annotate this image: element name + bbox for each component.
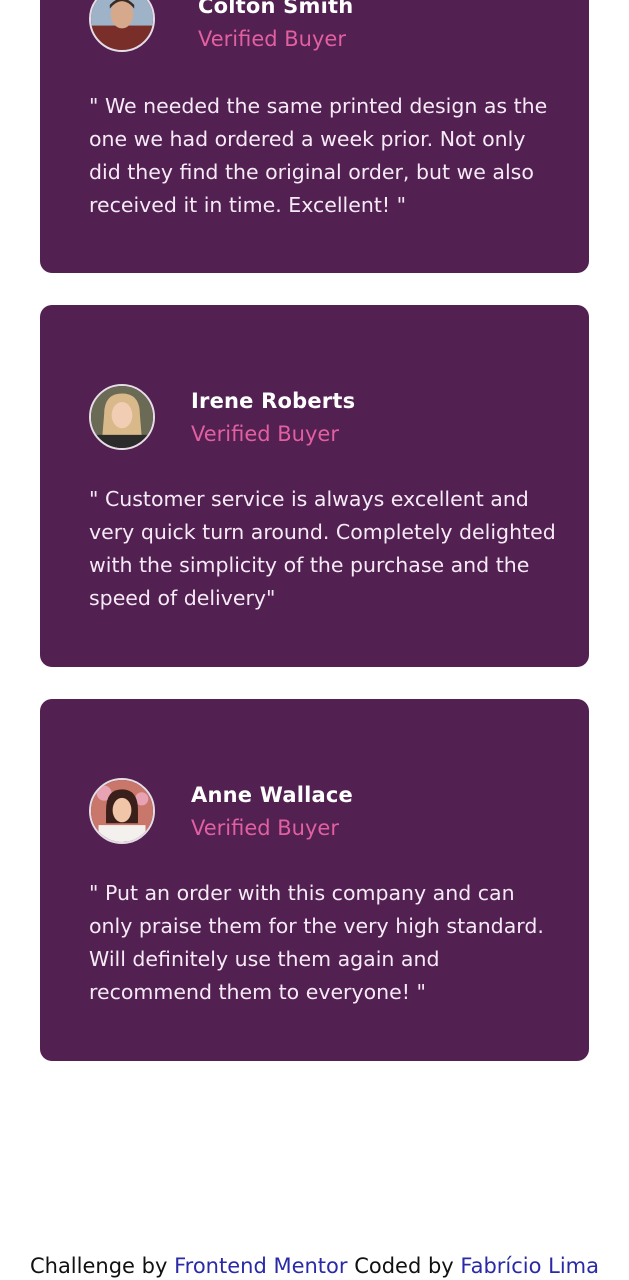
testimonials-page: Colton Smith Verified Buyer " We needed … (0, 0, 629, 1280)
avatar-irene-image (91, 386, 153, 448)
challenge-text: Challenge by (29, 1254, 168, 1278)
avatar-anne (89, 778, 155, 844)
author-link[interactable]: Fabrício Lima (460, 1254, 599, 1278)
testimonial-role: Verified Buyer (198, 27, 346, 51)
testimonial-quote: " Customer service is always excellent a… (89, 487, 556, 610)
testimonial-card-anne: Anne Wallace Verified Buyer " Put an ord… (40, 699, 589, 1061)
attribution-footer: Challenge by Frontend Mentor Coded by Fa… (0, 1249, 629, 1280)
testimonial-name: Anne Wallace (191, 783, 353, 807)
testimonial-name: Colton Smith (198, 0, 354, 18)
avatar-colton-image (91, 0, 153, 50)
frontend-mentor-link[interactable]: Frontend Mentor (174, 1254, 347, 1278)
avatar-anne-image (91, 780, 153, 842)
testimonial-quote: " Put an order with this company and can… (89, 881, 544, 1004)
testimonial-name: Irene Roberts (191, 389, 356, 413)
avatar-colton (89, 0, 155, 52)
testimonial-role: Verified Buyer (191, 422, 339, 446)
testimonial-card-irene: Irene Roberts Verified Buyer " Customer … (40, 305, 589, 667)
avatar-irene (89, 384, 155, 450)
testimonial-quote: " We needed the same printed design as t… (89, 94, 548, 217)
testimonial-card-colton: Colton Smith Verified Buyer " We needed … (40, 0, 589, 273)
testimonial-role: Verified Buyer (191, 816, 339, 840)
coded-text: Coded by (354, 1254, 454, 1278)
